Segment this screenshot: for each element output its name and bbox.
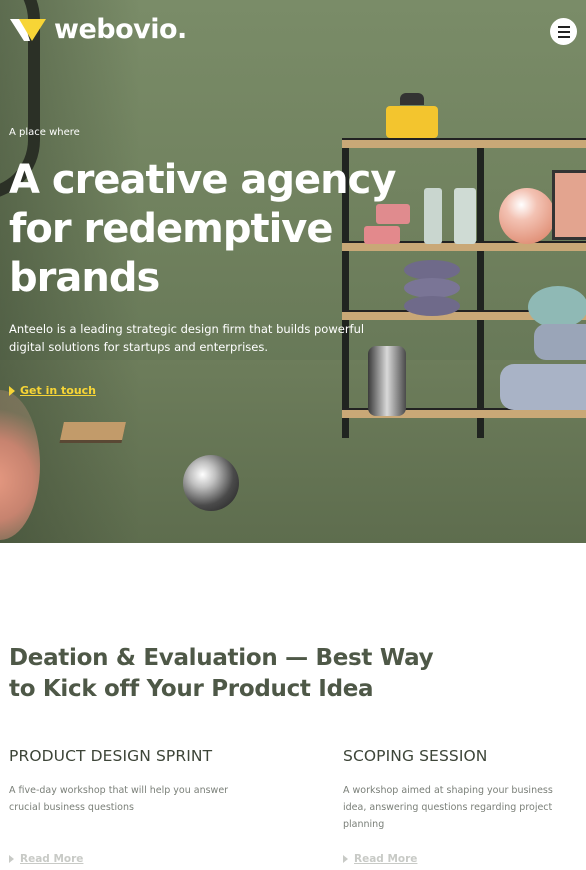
play-arrow-icon <box>9 855 14 863</box>
card-title: PRODUCT DESIGN SPRINT <box>9 747 213 765</box>
card-description: A workshop aimed at shaping your busines… <box>343 785 553 830</box>
card-description: A five-day workshop that will help you a… <box>9 785 229 813</box>
brand-name: webovio. <box>54 14 187 45</box>
hero-title: A creative agency for redemptive brands <box>9 156 409 303</box>
menu-button[interactable] <box>550 18 577 45</box>
read-more-label: Read More <box>20 853 84 865</box>
get-in-touch-label: Get in touch <box>20 384 97 397</box>
get-in-touch-link[interactable]: Get in touch <box>9 384 96 397</box>
logo-mark-icon <box>10 15 46 45</box>
section-title: Deation & Evaluation — Best Way to Kick … <box>9 645 434 702</box>
hero-title-line1: A creative agency <box>9 157 396 203</box>
hero-section: webovio. A place where A creative agency… <box>0 0 586 543</box>
read-more-link[interactable]: Read More <box>343 853 417 865</box>
card-scoping-session: SCOPING SESSION A workshop aimed at shap… <box>343 747 583 833</box>
play-arrow-icon <box>9 385 15 396</box>
hero-title-line2: for redemptive <box>9 206 334 252</box>
hero-tile-decoration <box>60 422 126 440</box>
hero-chrome-ball <box>183 455 239 511</box>
read-more-link[interactable]: Read More <box>9 853 83 865</box>
hamburger-icon <box>557 25 570 28</box>
hero-eyebrow: A place where <box>9 127 80 138</box>
card-product-design-sprint: PRODUCT DESIGN SPRINT A five-day worksho… <box>9 747 249 816</box>
hero-title-line3: brands <box>9 255 160 301</box>
card-title: SCOPING SESSION <box>343 747 488 765</box>
read-more-label: Read More <box>354 853 418 865</box>
brand-logo[interactable]: webovio. <box>10 14 187 45</box>
hero-description: Anteelo is a leading strategic design fi… <box>9 322 365 354</box>
play-arrow-icon <box>343 855 348 863</box>
